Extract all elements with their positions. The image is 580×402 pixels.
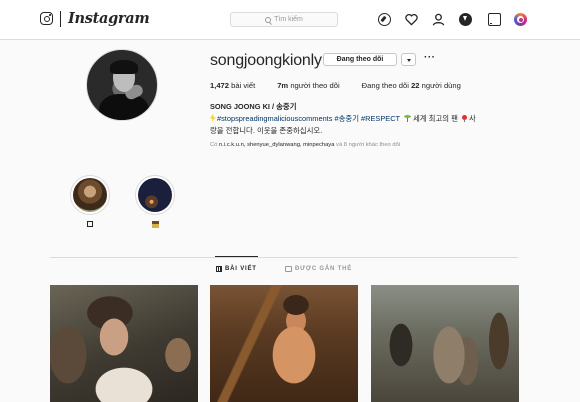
box-emoji-icon	[87, 221, 93, 227]
search-box[interactable]: Tìm kiếm	[230, 12, 338, 27]
compass-icon[interactable]	[378, 13, 391, 26]
following-prefix: Đang theo dõi	[361, 81, 409, 90]
post-thumbnail[interactable]	[371, 285, 519, 402]
bio-line-2: 랑을 전합니다. 이웃을 존중하십시오.	[210, 126, 323, 135]
top-nav: Instagram Tìm kiếm	[0, 0, 580, 40]
instagram-ring-icon[interactable]	[514, 13, 527, 26]
highlight-cover	[138, 178, 172, 212]
more-options-button[interactable]: ···	[424, 52, 436, 63]
highlight-ring	[70, 175, 110, 215]
tab-tagged[interactable]: ĐƯỢC GẮN THẺ	[285, 266, 352, 272]
profile-full-name: SONG JOONG KI / 송중기	[210, 102, 297, 111]
bio-line-1: #stopspreadingmaliciouscomments #송중기 #RE…	[210, 113, 476, 124]
tagged-icon	[285, 266, 292, 272]
phone-icon[interactable]	[488, 13, 501, 26]
followers-label: người theo dõi	[290, 81, 340, 90]
tab-tagged-label: ĐƯỢC GẮN THẺ	[295, 266, 353, 272]
posts-stat: 1,472 bài viết	[210, 81, 255, 90]
highlight-caption	[135, 221, 175, 230]
followed-by-names: n.i.c.k.u.n, shenyue_dylanwang, minpecha…	[219, 142, 335, 148]
heart-icon[interactable]	[405, 13, 418, 26]
search-icon	[265, 16, 272, 23]
following-label: người dùng	[421, 81, 461, 90]
followed-by-prefix: Có	[210, 142, 218, 148]
followers-count: 7m	[277, 81, 289, 90]
post-thumbnail[interactable]	[50, 285, 198, 402]
lightning-emoji-icon	[210, 114, 216, 122]
highlight-cover	[73, 178, 107, 212]
house-emoji-icon	[151, 221, 159, 228]
search-placeholder: Tìm kiếm	[274, 16, 303, 23]
sprout-emoji-icon	[404, 114, 411, 122]
following-count: 22	[411, 81, 420, 90]
highlight-1[interactable]	[70, 175, 110, 229]
instagram-wordmark[interactable]: Instagram	[68, 10, 150, 27]
avatar-hair-shape	[110, 60, 138, 74]
tab-posts-label: BÀI VIẾT	[225, 266, 257, 272]
bio-text-tail: 사	[468, 114, 476, 123]
followed-by-line[interactable]: Có n.i.c.k.u.n, shenyue_dylanwang, minpe…	[210, 142, 400, 148]
following-button[interactable]: Đang theo dõi	[323, 53, 397, 66]
download-icon[interactable]	[459, 13, 472, 26]
tab-posts[interactable]: BÀI VIẾT	[216, 266, 257, 272]
post-thumbnail[interactable]	[210, 285, 358, 402]
highlight-2[interactable]	[135, 175, 175, 230]
pin-emoji-icon	[461, 115, 467, 122]
active-tab-indicator	[215, 256, 258, 257]
avatar-body-shape	[99, 94, 149, 120]
bio-text: 세계 최고의 팬	[413, 114, 458, 123]
instagram-glyph-icon[interactable]	[40, 12, 53, 25]
profile-stats: 1,472 bài viết 7m người theo dõi Đang th…	[210, 81, 483, 90]
posts-label: bài viết	[231, 81, 256, 90]
followed-by-suffix: và 8 người khác theo dõi	[336, 142, 401, 148]
bio-hashtags[interactable]: #stopspreadingmaliciouscomments #송중기 #RE…	[217, 114, 400, 123]
tabs-divider	[50, 257, 518, 258]
highlight-caption	[70, 221, 110, 229]
logo-divider	[60, 11, 61, 27]
grid-icon	[216, 266, 222, 272]
posts-count: 1,472	[210, 81, 230, 90]
followers-stat[interactable]: 7m người theo dõi	[277, 81, 339, 90]
suggestions-dropdown-button[interactable]	[401, 53, 416, 66]
highlight-ring	[135, 175, 175, 215]
following-stat[interactable]: Đang theo dõi 22 người dùng	[362, 81, 461, 90]
user-icon[interactable]	[432, 13, 445, 26]
profile-avatar[interactable]	[86, 49, 158, 121]
profile-username: songjoongkionly	[210, 52, 322, 69]
